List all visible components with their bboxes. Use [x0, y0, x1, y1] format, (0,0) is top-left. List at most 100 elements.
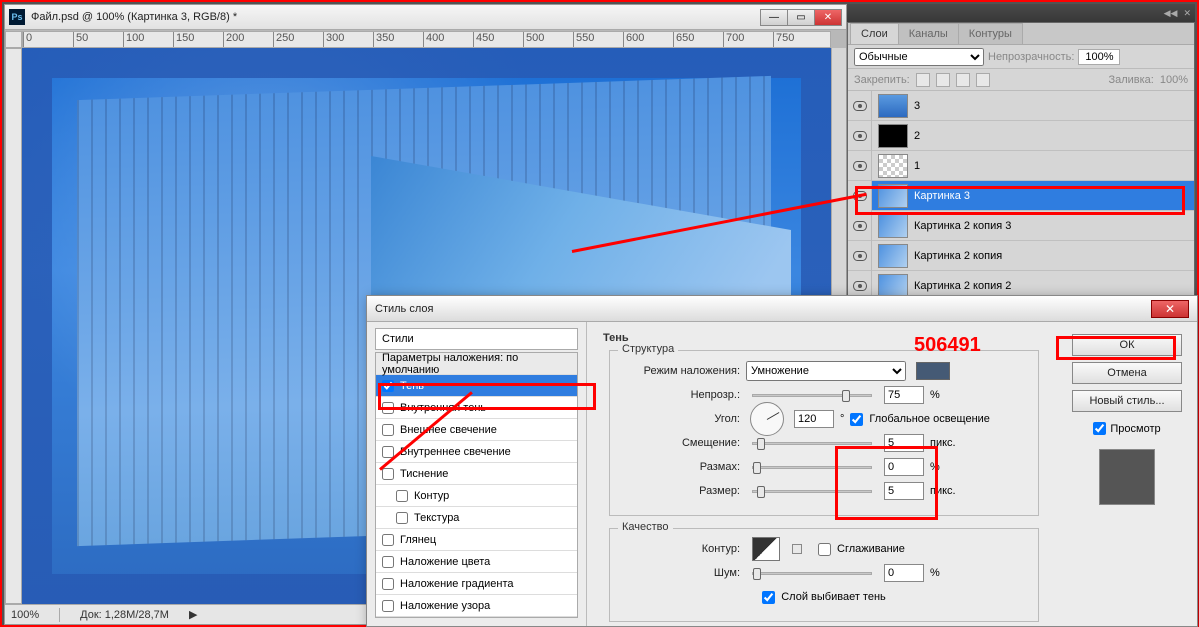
style-checkbox[interactable] — [382, 446, 394, 458]
visibility-toggle[interactable] — [848, 181, 872, 211]
style-checkbox[interactable] — [382, 468, 394, 480]
layer-row[interactable]: 1 — [848, 151, 1194, 181]
close-button[interactable]: ✕ — [814, 9, 842, 26]
lock-transparency-icon[interactable] — [916, 73, 930, 87]
style-item-label: Внутреннее свечение — [400, 446, 511, 458]
style-item-label: Наложение цвета — [400, 556, 490, 568]
ruler-corner — [5, 31, 22, 48]
layer-row[interactable]: 3 — [848, 91, 1194, 121]
layer-thumbnail — [878, 184, 908, 208]
tab-channels[interactable]: Каналы — [898, 23, 959, 44]
contour-dropdown-icon[interactable] — [792, 544, 802, 554]
style-checkbox[interactable] — [382, 424, 394, 436]
visibility-toggle[interactable] — [848, 121, 872, 151]
ok-button[interactable]: ОК — [1072, 334, 1182, 356]
dialog-close-button[interactable]: ✕ — [1151, 300, 1189, 318]
style-item[interactable]: Тиснение — [376, 463, 577, 485]
panel-collapse-icon[interactable]: ◀◀ — [1164, 8, 1178, 19]
document-titlebar: Ps Файл.psd @ 100% (Картинка 3, RGB/8) *… — [5, 5, 846, 30]
style-item[interactable]: Тень — [376, 375, 577, 397]
noise-slider[interactable] — [752, 572, 872, 575]
style-item[interactable]: Параметры наложения: по умолчанию — [376, 353, 577, 375]
style-item[interactable]: Внутренняя тень — [376, 397, 577, 419]
angle-input[interactable]: 120 — [794, 410, 834, 428]
maximize-button[interactable]: ▭ — [787, 9, 815, 26]
layer-name-label: 2 — [914, 130, 1194, 142]
style-checkbox[interactable] — [382, 600, 394, 612]
global-light-checkbox[interactable] — [850, 413, 863, 426]
style-item[interactable]: Наложение цвета — [376, 551, 577, 573]
shadow-color-swatch[interactable] — [916, 362, 950, 380]
chevron-right-icon[interactable]: ▶ — [189, 608, 197, 621]
style-item[interactable]: Текстура — [376, 507, 577, 529]
dialog-title: Стиль слоя — [375, 303, 433, 315]
spread-label: Размах: — [620, 461, 740, 473]
eye-icon — [853, 251, 867, 261]
antialias-checkbox[interactable] — [818, 543, 831, 556]
distance-input[interactable]: 5 — [884, 434, 924, 452]
visibility-toggle[interactable] — [848, 151, 872, 181]
layer-name-label: Картинка 3 — [914, 190, 1194, 202]
cancel-button[interactable]: Отмена — [1072, 362, 1182, 384]
distance-slider[interactable] — [752, 442, 872, 445]
style-item[interactable]: Глянец — [376, 529, 577, 551]
fill-value[interactable]: 100% — [1160, 74, 1188, 86]
angle-label: Угол: — [620, 413, 740, 425]
style-item-label: Тиснение — [400, 468, 448, 480]
layer-thumbnail — [878, 274, 908, 298]
opacity-slider[interactable] — [752, 394, 872, 397]
layers-lock-row: Закрепить: Заливка: 100% — [848, 69, 1194, 91]
spread-input[interactable]: 0 — [884, 458, 924, 476]
lock-all-icon[interactable] — [976, 73, 990, 87]
visibility-toggle[interactable] — [848, 211, 872, 241]
layer-row[interactable]: Картинка 3 — [848, 181, 1194, 211]
contour-picker[interactable] — [752, 537, 780, 561]
style-item[interactable]: Внешнее свечение — [376, 419, 577, 441]
layer-thumbnail — [878, 94, 908, 118]
layer-row[interactable]: Картинка 2 копия 3 — [848, 211, 1194, 241]
style-item[interactable]: Контур — [376, 485, 577, 507]
eye-icon — [853, 161, 867, 171]
style-checkbox[interactable] — [382, 380, 394, 392]
panel-close-icon[interactable]: ✕ — [1183, 8, 1191, 19]
opacity-label: Непрозрачность: — [988, 51, 1074, 63]
style-checkbox[interactable] — [396, 512, 408, 524]
style-checkbox[interactable] — [382, 578, 394, 590]
angle-dial[interactable] — [750, 402, 784, 436]
eye-icon — [853, 131, 867, 141]
structure-group: Структура Режим наложения: Умножение Неп… — [609, 350, 1039, 516]
dialog-settings: Тень Структура Режим наложения: Умножени… — [587, 322, 1057, 626]
fill-label: Заливка: — [1108, 74, 1153, 86]
style-checkbox[interactable] — [382, 402, 394, 414]
lock-pixels-icon[interactable] — [936, 73, 950, 87]
style-checkbox[interactable] — [396, 490, 408, 502]
visibility-toggle[interactable] — [848, 241, 872, 271]
visibility-toggle[interactable] — [848, 91, 872, 121]
layers-panel: Слои Каналы Контуры Обычные Непрозрачнос… — [847, 22, 1195, 302]
style-item-label: Глянец — [400, 534, 436, 546]
style-item[interactable]: Наложение узора — [376, 595, 577, 617]
tab-layers[interactable]: Слои — [850, 23, 899, 44]
style-checkbox[interactable] — [382, 556, 394, 568]
minimize-button[interactable]: — — [760, 9, 788, 26]
spread-slider[interactable] — [752, 466, 872, 469]
size-input[interactable]: 5 — [884, 482, 924, 500]
knockout-checkbox[interactable] — [762, 591, 775, 604]
opacity-input[interactable]: 75 — [884, 386, 924, 404]
new-style-button[interactable]: Новый стиль... — [1072, 390, 1182, 412]
noise-label: Шум: — [620, 567, 740, 579]
noise-input[interactable]: 0 — [884, 564, 924, 582]
style-item[interactable]: Наложение градиента — [376, 573, 577, 595]
blend-mode-dropdown[interactable]: Умножение — [746, 361, 906, 381]
blend-mode-select[interactable]: Обычные — [854, 48, 984, 66]
size-slider[interactable] — [752, 490, 872, 493]
layer-row[interactable]: 2 — [848, 121, 1194, 151]
style-item[interactable]: Внутреннее свечение — [376, 441, 577, 463]
tab-paths[interactable]: Контуры — [958, 23, 1023, 44]
layer-row[interactable]: Картинка 2 копия — [848, 241, 1194, 271]
style-checkbox[interactable] — [382, 534, 394, 546]
opacity-value[interactable]: 100% — [1078, 49, 1120, 65]
window-buttons: — ▭ ✕ — [761, 9, 842, 26]
lock-position-icon[interactable] — [956, 73, 970, 87]
preview-checkbox[interactable] — [1093, 422, 1106, 435]
